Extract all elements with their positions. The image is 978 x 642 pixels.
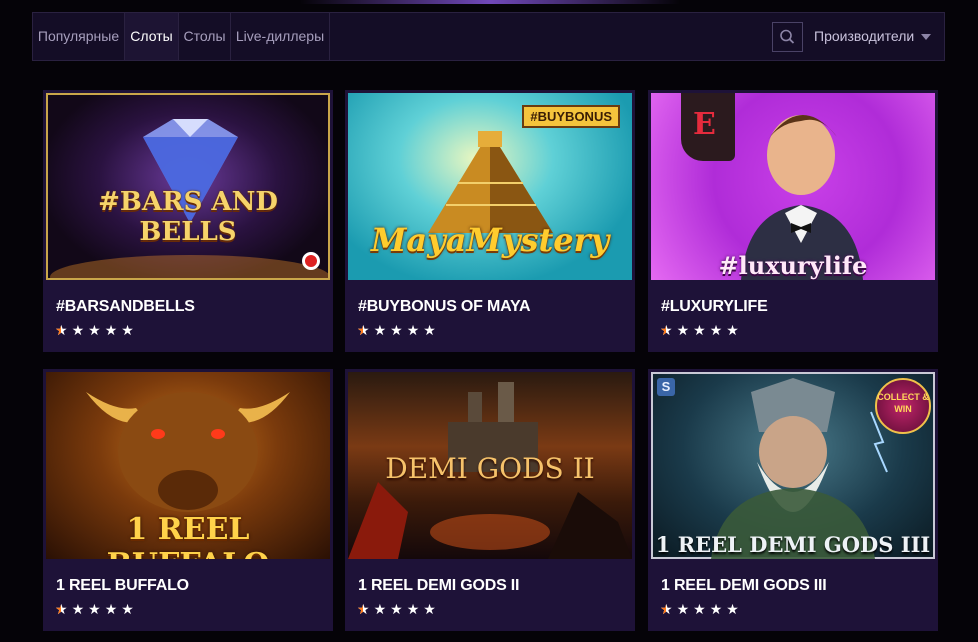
providers-dropdown[interactable]: Производители	[814, 13, 939, 60]
star-icon[interactable]: ★	[121, 601, 134, 617]
star-icon[interactable]: ★	[710, 322, 723, 338]
category-navbar: Популярные Слоты Столы Live-диллеры Прои…	[32, 12, 945, 61]
star-icon[interactable]: ★	[72, 322, 85, 338]
provider-chip-icon	[302, 252, 320, 270]
rating-stars: ★ ★ ★ ★ ★	[357, 601, 440, 617]
rating-stars: ★ ★ ★ ★ ★	[660, 322, 743, 338]
game-card-demi-gods-3[interactable]: S COLLECT & WIN 1 REEL DEMI GODS III 1 R…	[648, 369, 938, 631]
game-title[interactable]: #LUXURYLIFE	[661, 298, 768, 316]
game-card-maya[interactable]: #BUYBONUS MayaMystery #BUYBONUS OF MAYA …	[345, 90, 635, 352]
game-title[interactable]: #BUYBONUS OF MAYA	[358, 298, 531, 316]
game-art-title: 1 REEL DEMI GODS III	[655, 532, 931, 557]
search-icon	[780, 29, 795, 44]
rating-stars: ★ ★ ★ ★ ★	[55, 322, 138, 338]
game-thumbnail[interactable]: E #luxurylife	[651, 93, 935, 280]
chevron-down-icon	[921, 34, 931, 40]
star-icon[interactable]: ★	[357, 601, 370, 617]
star-icon[interactable]: ★	[390, 322, 403, 338]
star-icon[interactable]: ★	[374, 322, 387, 338]
star-icon[interactable]: ★	[660, 322, 673, 338]
game-card-buffalo[interactable]: 1 REEL BUFFALO 1 REEL BUFFALO ★★★★★	[43, 369, 333, 631]
game-thumbnail[interactable]: #BARS AND BELLS	[46, 93, 330, 280]
collect-win-badge: COLLECT & WIN	[875, 378, 931, 434]
game-title[interactable]: 1 REEL DEMI GODS II	[358, 577, 519, 595]
star-icon[interactable]: ★	[677, 322, 690, 338]
star-icon[interactable]: ★	[357, 322, 370, 338]
buybonus-badge: #BUYBONUS	[522, 105, 620, 128]
star-icon[interactable]: ★	[660, 601, 673, 617]
star-icon[interactable]: ★	[88, 601, 101, 617]
game-title[interactable]: 1 REEL DEMI GODS III	[661, 577, 827, 595]
star-icon[interactable]: ★	[55, 322, 68, 338]
star-icon[interactable]: ★	[121, 322, 134, 338]
star-icon[interactable]: ★	[693, 601, 706, 617]
game-card-luxurylife[interactable]: E #luxurylife #LUXURYLIFE ★ ★ ★ ★ ★	[648, 90, 938, 352]
game-art-title: #luxurylife	[718, 251, 868, 280]
game-art-title: MayaMystery	[370, 221, 610, 259]
star-icon[interactable]: ★	[726, 322, 739, 338]
game-art-title: #BARS AND BELLS	[98, 187, 278, 247]
game-thumbnail[interactable]: DEMI GODS II	[348, 372, 632, 559]
star-icon[interactable]: ★	[72, 601, 85, 617]
star-icon[interactable]: ★	[407, 322, 420, 338]
star-icon[interactable]: ★	[105, 601, 118, 617]
tab-live-dealers[interactable]: Live-диллеры	[231, 13, 330, 60]
game-title[interactable]: 1 REEL BUFFALO	[56, 577, 189, 595]
game-thumbnail[interactable]: S COLLECT & WIN 1 REEL DEMI GODS III	[651, 372, 935, 559]
game-card-demi-gods-2[interactable]: DEMI GODS II 1 REEL DEMI GODS II ★ ★ ★ ★ ★	[345, 369, 635, 631]
rating-stars: ★ ★ ★ ★ ★	[55, 601, 138, 617]
star-icon[interactable]: ★	[374, 601, 387, 617]
star-icon[interactable]: ★	[88, 322, 101, 338]
game-title[interactable]: #BARSANDBELLS	[56, 298, 195, 316]
star-icon[interactable]: ★	[726, 601, 739, 617]
provider-logo-icon: E	[681, 93, 735, 161]
tab-tables[interactable]: Столы	[179, 13, 231, 60]
game-card-barsandbells[interactable]: #BARS AND BELLS #BARSANDBELLS ★ ★ ★ ★ ★	[43, 90, 333, 352]
tab-slots[interactable]: Слоты	[125, 13, 179, 60]
star-icon[interactable]: ★	[423, 322, 436, 338]
star-icon[interactable]: ★	[677, 601, 690, 617]
game-art-title: DEMI GODS II	[385, 452, 595, 485]
game-thumbnail[interactable]: 1 REEL BUFFALO	[46, 372, 330, 559]
star-icon[interactable]: ★	[390, 601, 403, 617]
star-icon[interactable]: ★	[407, 601, 420, 617]
star-icon[interactable]: ★	[710, 601, 723, 617]
providers-label: Производители	[814, 28, 915, 44]
search-button[interactable]	[772, 22, 803, 52]
star-icon[interactable]: ★	[423, 601, 436, 617]
game-art-title: 1 REEL BUFFALO	[107, 512, 270, 559]
game-thumbnail[interactable]: #BUYBONUS MayaMystery	[348, 93, 632, 280]
rating-stars: ★ ★ ★ ★ ★	[660, 601, 743, 617]
star-icon[interactable]: ★	[693, 322, 706, 338]
rating-stars: ★ ★ ★ ★ ★	[357, 322, 440, 338]
provider-logo-icon: S	[657, 378, 675, 396]
tab-popular[interactable]: Популярные	[33, 13, 125, 60]
star-icon[interactable]: ★	[105, 322, 118, 338]
star-icon[interactable]: ★	[55, 601, 68, 617]
top-glow	[300, 0, 680, 4]
